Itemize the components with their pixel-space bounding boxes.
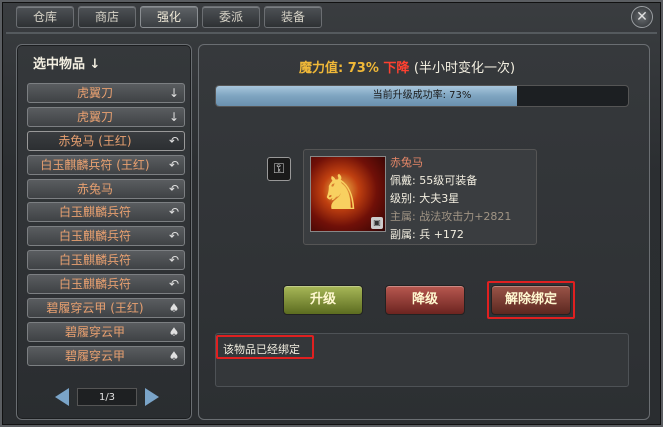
list-item[interactable]: 白玉麒麟兵符 ↶: [27, 202, 185, 223]
success-rate-bar: 当前升级成功率: 73%: [215, 85, 629, 107]
item-list-panel: 选中物品 ↓ 虎翼刀 ↓ 虎翼刀 ↓ 赤兔马 (王红) ↶ 白玉麒麟兵符 (王红) ↶ …: [16, 44, 192, 420]
tab-shop[interactable]: 商店: [78, 6, 136, 28]
list-item[interactable]: 白玉麒麟兵符 ↶: [27, 250, 185, 271]
item-sub-attr: 副属: 兵 +172: [390, 228, 464, 241]
return-icon: ↶: [168, 205, 180, 220]
return-icon: ↶: [168, 181, 180, 196]
success-rate-text: 当前升级成功率: 73%: [372, 90, 472, 101]
item-list-title: 选中物品 ↓: [33, 57, 101, 72]
tab-warehouse[interactable]: 仓库: [16, 6, 74, 28]
magic-status: 魔力值: 73% 下降 (半小时变化一次): [299, 57, 515, 76]
tab-equipment[interactable]: 装备: [264, 6, 322, 28]
item-main-attr: 主属: 战法攻击力+2821: [390, 210, 512, 223]
enhance-panel: 魔力值: 73% 下降 (半小时变化一次) 当前升级成功率: 73% ⚿ ♞ ▣…: [198, 44, 650, 420]
return-icon: ↶: [168, 229, 180, 244]
return-icon: ↶: [168, 277, 180, 292]
item-image: ♞ ▣: [310, 156, 386, 232]
list-item[interactable]: 白玉麒麟兵符 ↶: [27, 226, 185, 247]
item-detail-card: ♞ ▣ 赤兔马 佩戴: 55级可装备 级别: 大夫3星 主属: 战法攻击力+28…: [303, 149, 537, 245]
list-item[interactable]: 赤兔马 ↶: [27, 178, 185, 199]
bound-lock-icon: ⚿: [267, 157, 291, 181]
prev-page-icon[interactable]: [55, 388, 69, 406]
item-requirement: 佩戴: 55级可装备: [390, 174, 478, 187]
tab-enhance[interactable]: 强化: [140, 6, 198, 28]
divider: [6, 32, 657, 34]
arrow-down-icon: ↓: [168, 109, 180, 124]
downgrade-button[interactable]: 降级: [385, 285, 465, 315]
status-message: 该物品已经绑定: [223, 343, 300, 356]
magic-note: (半小时变化一次): [413, 61, 516, 76]
list-item-selected[interactable]: 赤兔马 (王红) ↶: [27, 130, 185, 151]
enhance-window: 仓库 商店 强化 委派 装备 ✕ 选中物品 ↓ 虎翼刀 ↓ 虎翼刀 ↓ 赤兔马 (王…: [0, 0, 663, 427]
return-icon: ↶: [168, 253, 180, 268]
item-list: 虎翼刀 ↓ 虎翼刀 ↓ 赤兔马 (王红) ↶ 白玉麒麟兵符 (王红) ↶ 赤兔马 ↶ 白玉…: [27, 83, 185, 370]
close-icon[interactable]: ✕: [631, 6, 653, 28]
item-stats: 赤兔马 佩戴: 55级可装备 级别: 大夫3星 主属: 战法攻击力+2821 副…: [390, 154, 511, 244]
tab-bar: 仓库 商店 强化 委派 装备: [16, 6, 322, 30]
return-icon: ↶: [168, 133, 180, 148]
list-item[interactable]: 虎翼刀 ↓: [27, 106, 185, 127]
unbind-button[interactable]: 解除绑定: [491, 285, 571, 315]
upgrade-button[interactable]: 升级: [283, 285, 363, 315]
armor-icon: ♠: [168, 301, 180, 316]
lock-icon: ▣: [371, 217, 383, 229]
armor-icon: ♠: [168, 324, 180, 339]
item-level: 级别: 大夫3星: [390, 192, 460, 205]
list-item[interactable]: 虎翼刀 ↓: [27, 83, 185, 103]
next-page-icon[interactable]: [145, 388, 159, 406]
page-indicator: 1/3: [77, 388, 137, 406]
pager: 1/3: [55, 387, 159, 407]
tab-dispatch[interactable]: 委派: [202, 6, 260, 28]
return-icon: ↶: [168, 157, 180, 172]
list-item[interactable]: 白玉麒麟兵符 (王红) ↶: [27, 154, 185, 175]
list-item[interactable]: 碧履穿云甲 ♠: [27, 321, 185, 342]
list-item[interactable]: 白玉麒麟兵符 ↶: [27, 274, 185, 295]
magic-trend: 下降: [383, 61, 410, 76]
arrow-down-icon: ↓: [168, 86, 180, 100]
magic-value: 魔力值: 73%: [299, 61, 379, 76]
list-item[interactable]: 碧履穿云甲 (王红) ♠: [27, 298, 185, 319]
horse-icon: ♞: [319, 165, 363, 221]
armor-icon: ♠: [168, 348, 180, 363]
item-name: 赤兔马: [390, 156, 423, 169]
list-item[interactable]: 碧履穿云甲 ♠: [27, 345, 185, 366]
